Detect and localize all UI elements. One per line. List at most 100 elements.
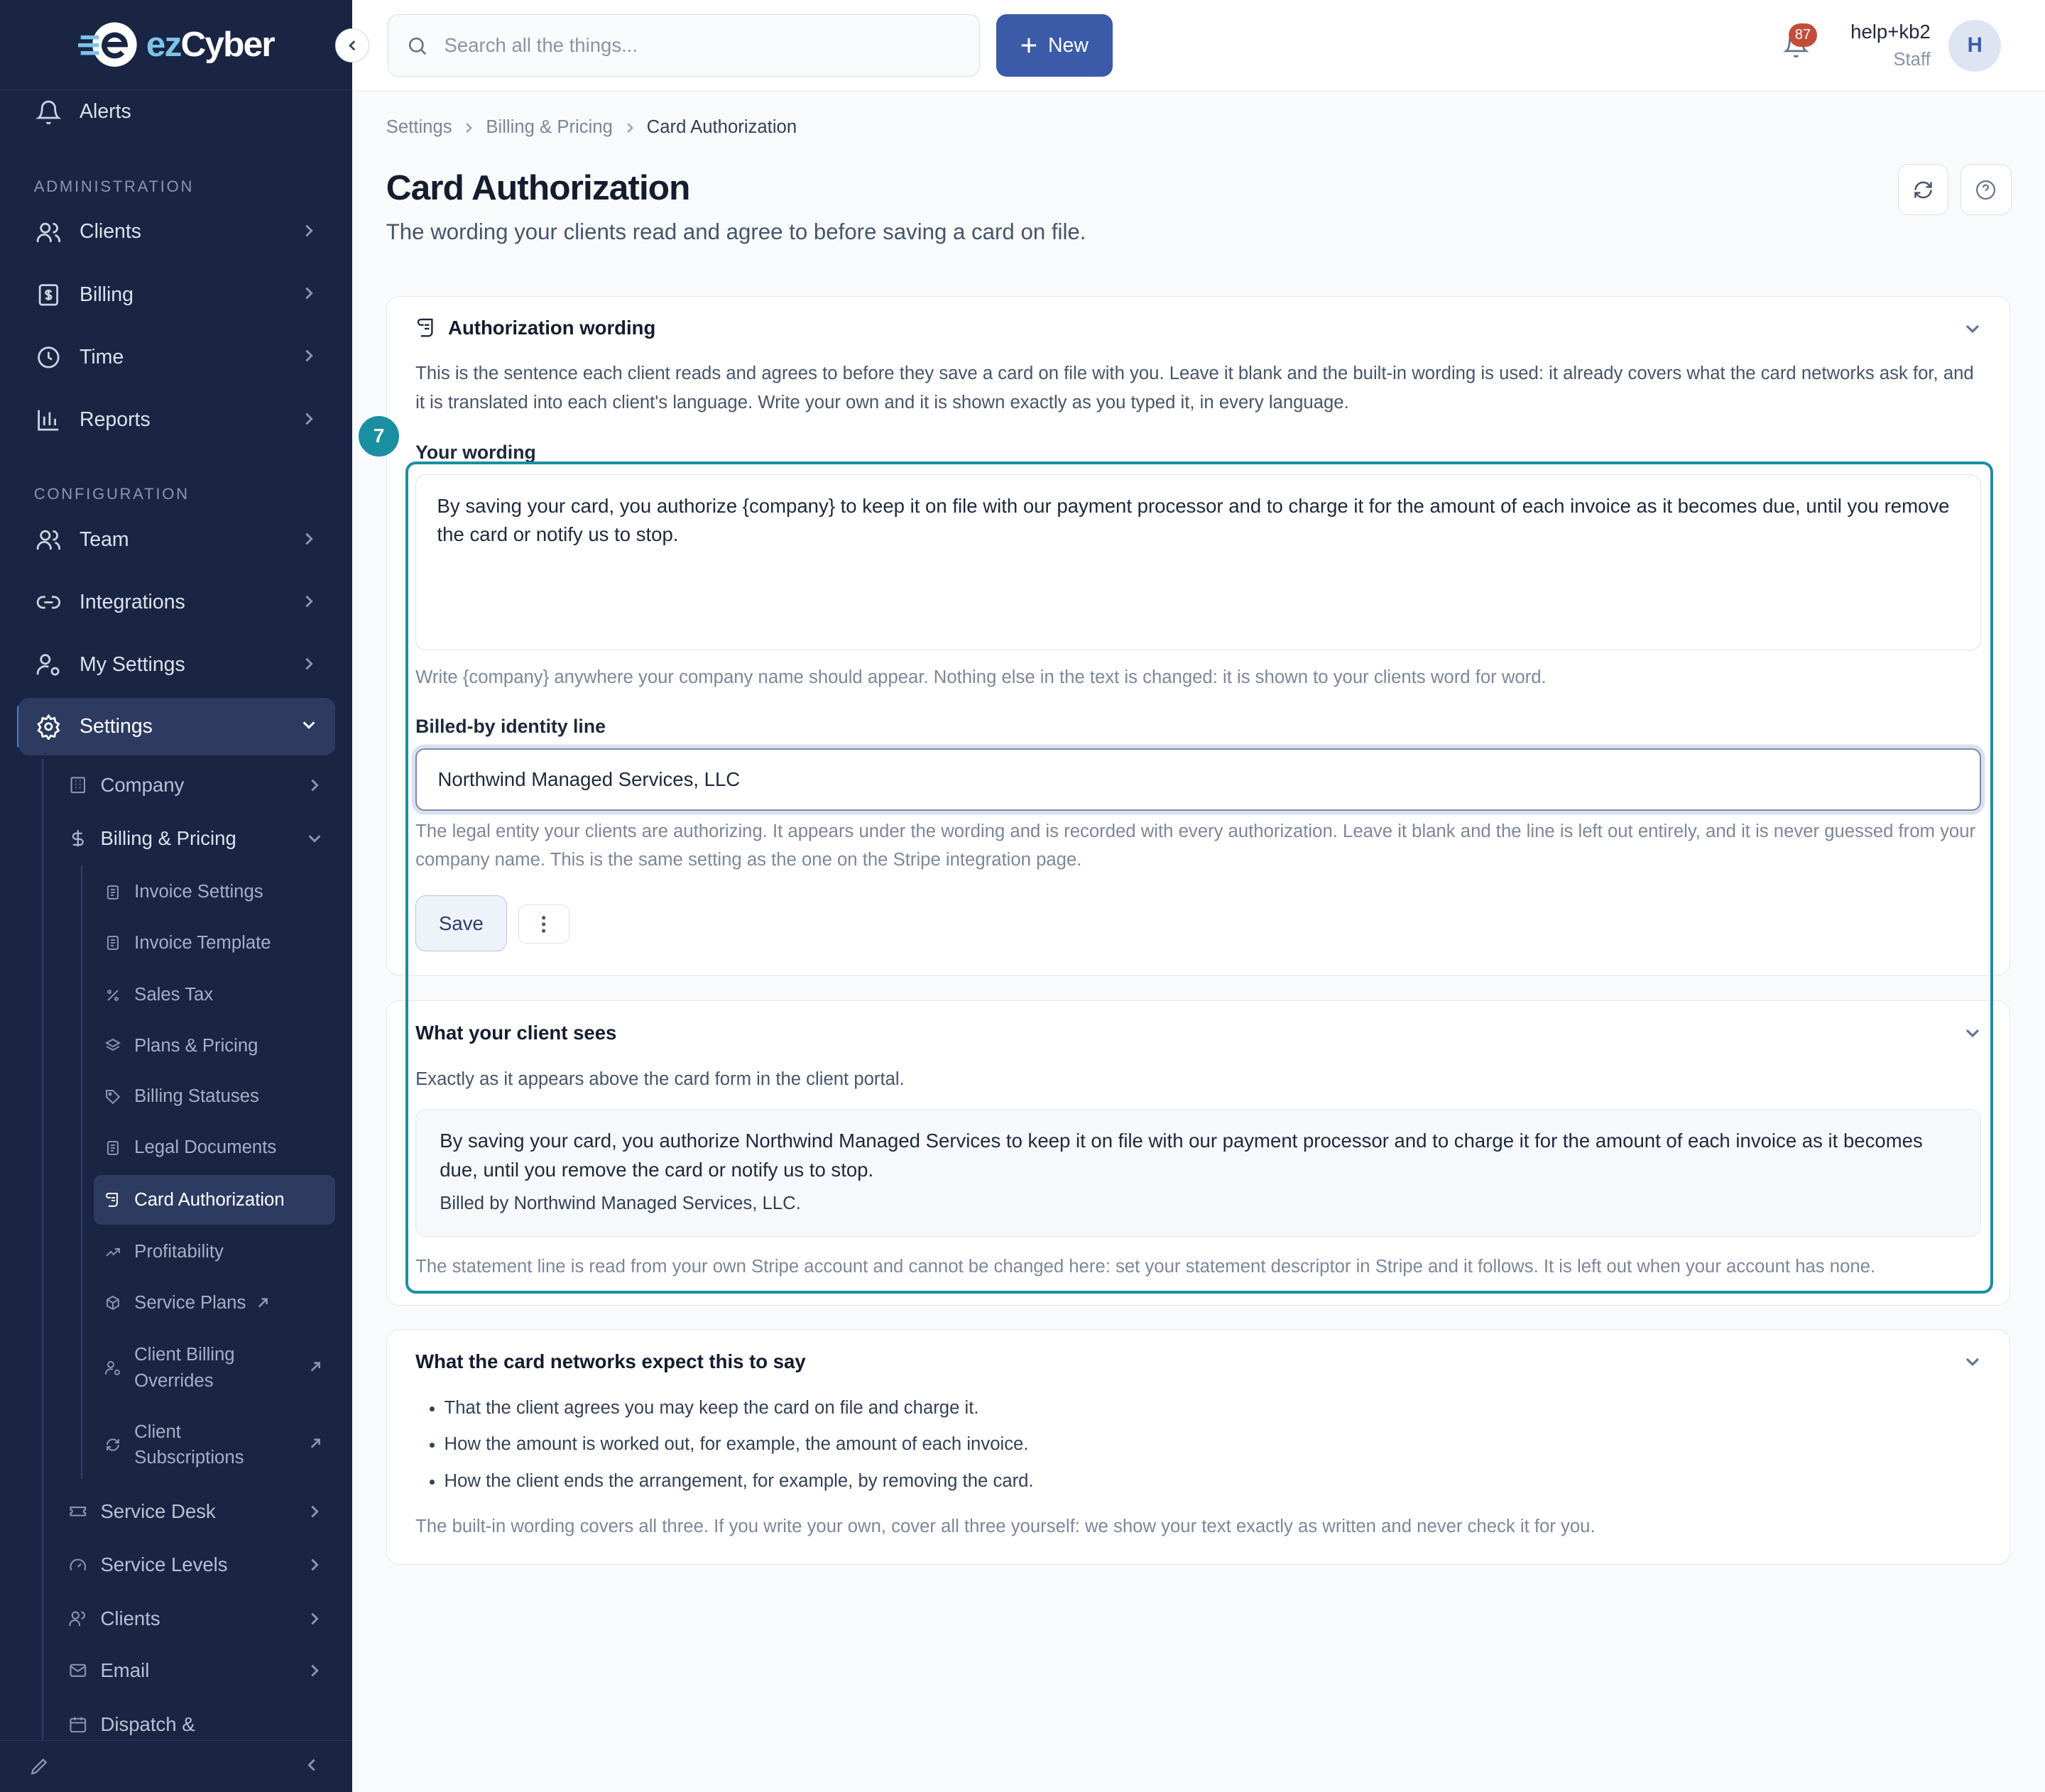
sidebar-item-client-billing-overrides[interactable]: Client Billing Overrides	[94, 1335, 335, 1401]
sidebar-item-sales-tax[interactable]: Sales Tax	[94, 972, 335, 1019]
billed-by-input[interactable]: Northwind Managed Services, LLC	[415, 748, 1981, 811]
refresh-button[interactable]	[1897, 164, 1949, 216]
bell-icon	[34, 98, 62, 126]
sidebar-item-client-subscriptions[interactable]: Client Subscriptions	[94, 1412, 335, 1477]
sidebar-item-settings[interactable]: Settings	[18, 697, 336, 755]
chevron-down-icon	[302, 721, 315, 730]
sidebar-item-card-authorization[interactable]: Card Authorization	[94, 1175, 336, 1225]
sidebar-item-label: Dispatch &	[100, 1712, 195, 1735]
sidebar-item-service-desk[interactable]: Service Desk	[68, 1488, 336, 1535]
sidebar-item-label: Clients	[80, 220, 142, 244]
clock-icon	[34, 343, 62, 371]
sidebar-item-invoice-settings[interactable]: Invoice Settings	[94, 868, 335, 915]
external-link-icon	[311, 1438, 321, 1448]
breadcrumb-item-settings[interactable]: Settings	[386, 117, 452, 138]
card-title: What your client sees	[415, 1022, 617, 1044]
scroll-icon	[104, 1191, 123, 1209]
dollar-icon	[34, 280, 62, 309]
mail-icon	[68, 1660, 89, 1681]
sidebar-item-company[interactable]: Company	[68, 762, 336, 809]
billed-by-label: Billed-by identity line	[415, 715, 606, 737]
chevron-down-icon[interactable]	[1964, 320, 1981, 337]
sidebar-item-billing-statuses[interactable]: Billing Statuses	[94, 1073, 335, 1120]
chevron-right-icon	[311, 1558, 319, 1571]
requirements-list: That the client agrees you may keep the …	[445, 1394, 1034, 1503]
sidebar-item-label: Service Levels	[100, 1553, 228, 1576]
section-label-configuration: CONFIGURATION	[33, 485, 190, 503]
team-icon	[34, 525, 62, 554]
tree-line	[80, 865, 82, 1480]
gauge-icon	[68, 1555, 89, 1575]
sidebar-item-billing[interactable]: Billing	[18, 266, 335, 324]
wording-hint: Write {company} anywhere your company na…	[415, 667, 1547, 688]
main-content: Settings Billing & Pricing Card Authoriz…	[352, 92, 2045, 1792]
ezcyber-logo[interactable]: ezCyber	[78, 18, 276, 70]
new-button-label: New	[1048, 33, 1089, 57]
card-header[interactable]: Authorization wording	[415, 317, 655, 339]
wording-label: Your wording	[415, 441, 536, 463]
chevron-right-icon	[305, 532, 314, 545]
page-title: Card Authorization	[386, 168, 691, 208]
logo-text: ezCyber	[146, 24, 276, 65]
external-link-icon	[258, 1298, 268, 1308]
sidebar-item-service-plans[interactable]: Service Plans	[94, 1279, 335, 1326]
sidebar-item-billing-pricing[interactable]: Billing & Pricing	[68, 815, 336, 862]
logo-row: ezCyber	[0, 0, 352, 90]
sidebar-item-my-settings[interactable]: My Settings	[18, 636, 335, 694]
sidebar-item-label: Integrations	[80, 591, 185, 614]
sidebar-item-label: Service Desk	[100, 1500, 216, 1523]
sidebar-item-email[interactable]: Email	[68, 1647, 336, 1694]
client-preview-card: What your client sees Exactly as it appe…	[386, 1000, 2010, 1306]
sidebar-item-service-levels[interactable]: Service Levels	[68, 1541, 336, 1588]
pencil-icon[interactable]	[28, 1755, 50, 1777]
statement-footnote: The statement line is read from your own…	[415, 1257, 1876, 1277]
authorization-wording-card: Authorization wording This is the senten…	[386, 295, 2010, 976]
sidebar-item-label: Plans & Pricing	[134, 1035, 258, 1056]
topbar: New 87 help+kb2 Staff H	[351, 0, 2045, 92]
sidebar-item-label: Invoice Settings	[134, 882, 263, 902]
collapse-sidebar-button[interactable]	[335, 28, 369, 63]
sidebar-item-alerts[interactable]: Alerts	[18, 84, 335, 141]
sidebar-item-label: Settings	[80, 714, 153, 738]
new-button[interactable]: New	[996, 14, 1113, 77]
sidebar-item-label: Company	[100, 773, 185, 796]
avatar[interactable]: H	[1948, 19, 2001, 72]
sidebar-item-reports[interactable]: Reports	[18, 391, 335, 449]
breadcrumb-item-billing-pricing[interactable]: Billing & Pricing	[486, 117, 613, 138]
plus-icon	[1022, 38, 1037, 53]
sidebar-item-label: Billing	[80, 283, 133, 306]
sidebar-item-profitability[interactable]: Profitability	[94, 1228, 335, 1275]
search-input[interactable]	[444, 34, 940, 58]
tree-line	[41, 759, 43, 1751]
help-button[interactable]	[1961, 164, 2012, 216]
search-icon	[409, 37, 427, 55]
chevron-right-icon	[305, 224, 314, 237]
sidebar-item-team[interactable]: Team	[18, 511, 335, 569]
sidebar-item-time[interactable]: Time	[18, 329, 335, 386]
chevron-down-icon[interactable]	[1964, 1353, 1981, 1370]
sidebar-item-legal-documents[interactable]: Legal Documents	[94, 1124, 335, 1171]
breadcrumb: Settings Billing & Pricing Card Authoriz…	[386, 117, 797, 138]
wording-textarea[interactable]: By saving your card, you authorize {comp…	[415, 474, 1981, 650]
notification-count-badge: 87	[1788, 23, 1818, 48]
card-title: Authorization wording	[448, 316, 656, 339]
more-options-button[interactable]	[518, 905, 569, 944]
dollar-icon	[68, 828, 89, 848]
sidebar-item-integrations[interactable]: Integrations	[18, 574, 335, 631]
scroll-icon	[417, 318, 433, 337]
card-header[interactable]: What the card networks expect this to sa…	[415, 1350, 806, 1373]
sidebar-item-settings-clients[interactable]: Clients	[68, 1595, 336, 1642]
save-button[interactable]: Save	[415, 895, 507, 952]
search-box[interactable]	[387, 14, 980, 77]
refresh-icon	[1914, 181, 1932, 199]
sidebar-item-plans-pricing[interactable]: Plans & Pricing	[94, 1022, 335, 1069]
document-icon	[104, 934, 123, 952]
chevron-left-icon[interactable]	[304, 1757, 320, 1773]
chevron-right-icon	[305, 595, 314, 608]
link-icon	[34, 588, 62, 616]
sidebar-item-invoice-template[interactable]: Invoice Template	[94, 919, 335, 966]
card-header[interactable]: What your client sees	[415, 1022, 616, 1044]
sidebar-item-clients[interactable]: Clients	[18, 204, 335, 261]
user-name[interactable]: help+kb2	[1850, 21, 1931, 43]
chevron-down-icon[interactable]	[1964, 1025, 1981, 1042]
